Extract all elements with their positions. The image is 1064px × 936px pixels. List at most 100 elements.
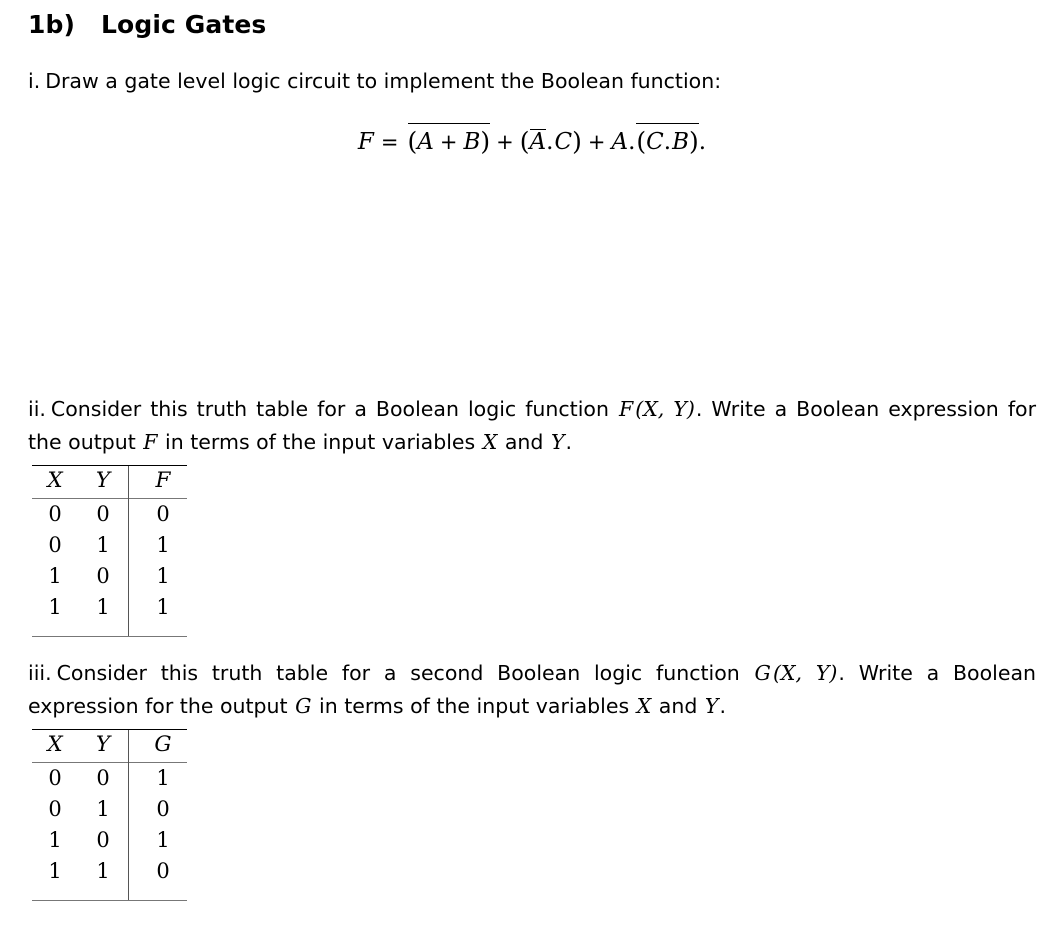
cell-f: 1: [128, 561, 187, 592]
cell-y: 0: [78, 498, 129, 530]
formula-equals: =: [380, 130, 399, 154]
cell-g: 1: [128, 825, 187, 856]
item-text-i: Draw a gate level logic circuit to imple…: [45, 69, 722, 93]
page-title: 1b) Logic Gates: [28, 0, 1036, 39]
formula-term2-open-paren: (: [519, 127, 530, 156]
column-header-y: Y: [78, 729, 129, 763]
column-header-x: X: [32, 729, 78, 763]
item-iii-and: and: [652, 694, 704, 718]
table-row: 0 0 0: [32, 498, 187, 530]
item-ii-and: and: [498, 430, 550, 454]
item-ii-input-var-1: X: [482, 430, 498, 454]
table-row: 0 1 1: [32, 530, 187, 561]
formula-term3-open-paren: (: [636, 127, 647, 156]
cell-y: 1: [96, 797, 110, 821]
item-ii-period: .: [565, 430, 573, 454]
heading-title: Logic Gates: [101, 10, 267, 39]
question-item-i: i. Draw a gate level logic circuit to imp…: [28, 65, 1036, 98]
item-label-iii: iii.: [28, 661, 52, 685]
item-iii-function-name: G: [754, 661, 771, 685]
table-row: 1 1 1: [32, 592, 187, 623]
column-header-x: X: [32, 465, 78, 499]
cell-y: 0: [78, 762, 129, 794]
table-header-row: X Y G: [32, 729, 187, 763]
item-ii-text-3: in terms of the input variables: [158, 430, 482, 454]
cell-x: 1: [48, 859, 62, 883]
formula-term3-b: B: [672, 129, 689, 155]
formula-period: .: [698, 129, 707, 155]
formula-term3-a: A: [611, 129, 629, 155]
item-label-i: i.: [28, 69, 41, 93]
formula-term2-a-overline: A: [529, 129, 547, 155]
table-header-row: X Y F: [32, 465, 187, 499]
cell-x: 0: [32, 498, 78, 530]
cell-g: 0: [128, 856, 187, 887]
formula-lhs: F: [357, 129, 374, 155]
item-label-ii: ii.: [28, 397, 46, 421]
truth-table-g: X Y G 0 0 1 0 1 0 1 0 1 1 1 0: [32, 729, 187, 901]
truth-table-f: X Y F 0 0 0 0 1 1 1 0 1 1 1 1: [32, 465, 187, 637]
formula-term3-overline: (C.B): [636, 123, 700, 156]
question-item-ii: ii. Consider this truth table for a Boole…: [28, 393, 1036, 459]
table-row: 1 0 1: [32, 825, 187, 856]
cell-f: 1: [128, 530, 187, 561]
formula-term1-a: A: [417, 129, 434, 155]
item-iii-period: .: [719, 694, 726, 718]
boolean-formula-container: F = (A + B) + (A.C) + A.(C.B).: [28, 123, 1036, 156]
column-header-y: Y: [78, 465, 129, 499]
table-row: 0 1 0: [32, 794, 187, 825]
cell-x: 0: [32, 762, 78, 794]
cell-x: 1: [48, 828, 62, 852]
formula-plus-1: +: [496, 130, 514, 154]
item-iii-text-3: in terms of the input variables: [312, 694, 636, 718]
formula-term3: A.(C.B): [611, 123, 700, 156]
formula-term1-open-paren: (: [407, 127, 418, 156]
cell-x: 1: [48, 564, 62, 588]
cell-y: 1: [96, 595, 110, 619]
cell-g: 0: [128, 794, 187, 825]
formula-term1-close-paren: ): [480, 127, 491, 156]
formula-term2: (A.C): [519, 126, 582, 156]
column-header-g: G: [128, 729, 187, 763]
cell-x: 0: [48, 797, 62, 821]
formula-term2-close-paren: ): [572, 127, 582, 156]
truth-table-g-block: X Y G 0 0 1 0 1 0 1 0 1 1 1 0: [28, 729, 1036, 901]
table-bottom-rule: [32, 623, 187, 637]
formula-term3-close-paren: ): [689, 127, 699, 156]
formula-term1-b: B: [463, 129, 481, 155]
formula-term3-c: C: [646, 129, 664, 155]
item-ii-text-1: Consider this truth table for a Boolean …: [50, 397, 618, 421]
cell-y: 0: [96, 564, 110, 588]
formula-term2-c: C: [554, 129, 573, 155]
cell-g: 1: [128, 762, 187, 794]
item-ii-output-var: F: [143, 430, 158, 454]
item-iii-input-var-1: X: [636, 694, 652, 718]
cell-f: 1: [128, 592, 187, 623]
formula-plus-2: +: [587, 130, 606, 154]
cell-y: 0: [96, 828, 110, 852]
item-iii-text-1: Consider this truth table for a second B…: [56, 661, 754, 685]
cell-f: 0: [128, 498, 187, 530]
boolean-formula: F = (A + B) + (A.C) + A.(C.B).: [357, 123, 707, 156]
cell-y: 1: [96, 859, 110, 883]
item-ii-function-name: F: [618, 397, 634, 421]
formula-term1-plus: +: [439, 130, 458, 154]
table-row: 1 0 1: [32, 561, 187, 592]
formula-term2-a: A: [529, 129, 547, 155]
table-bottom-rule: [32, 887, 187, 901]
heading-number: 1b): [28, 10, 76, 39]
item-ii-function-args: (X, Y): [635, 397, 695, 421]
answer-workspace-i: [28, 155, 1036, 393]
column-header-f: F: [128, 465, 187, 499]
cell-x: 0: [48, 533, 62, 557]
item-iii-output-var: G: [295, 694, 312, 718]
cell-y: 1: [96, 533, 110, 557]
item-ii-input-var-2: Y: [550, 430, 565, 454]
cell-x: 1: [48, 595, 62, 619]
item-iii-function-args: (X, Y): [772, 661, 838, 685]
formula-term1-overline: (A + B): [407, 123, 491, 156]
item-iii-input-var-2: Y: [704, 694, 719, 718]
table-row: 0 0 1: [32, 762, 187, 794]
table-row: 1 1 0: [32, 856, 187, 887]
formula-term3-inner-dot: .: [663, 129, 672, 155]
